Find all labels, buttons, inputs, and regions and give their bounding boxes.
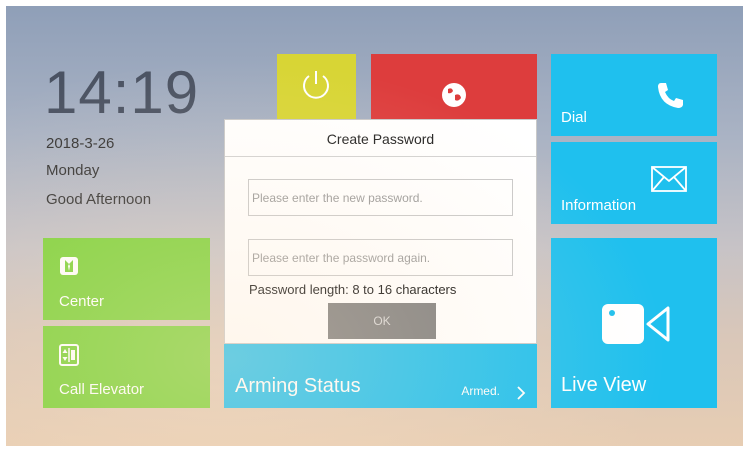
chevron-right-icon [517, 386, 526, 400]
center-tile[interactable]: Center [43, 238, 210, 320]
arming-status-label: Arming Status [235, 375, 361, 397]
person-icon [60, 257, 78, 275]
information-label: Information [561, 197, 637, 214]
current-weekday: Monday [46, 162, 100, 179]
live-view-tile[interactable]: Live View [551, 238, 717, 408]
power-icon [303, 71, 329, 99]
live-view-label: Live View [561, 374, 647, 396]
camera-icon [602, 304, 670, 344]
envelope-icon [651, 166, 687, 192]
call-elevator-tile[interactable]: Call Elevator [43, 326, 210, 408]
create-password-dialog: Create Password Password length: 8 to 16… [224, 119, 537, 344]
current-date: 2018-3-26 [46, 135, 115, 152]
call-elevator-label: Call Elevator [59, 381, 145, 398]
new-password-input[interactable] [248, 179, 513, 216]
home-screen: 14:19 2018-3-26 Monday Good Afternoon Ce… [6, 6, 743, 446]
greeting-text: Good Afternoon [46, 191, 152, 208]
dial-label: Dial [561, 109, 587, 126]
dialog-title: Create Password [225, 120, 536, 157]
dial-tile[interactable]: Dial [551, 54, 717, 136]
phone-icon [658, 83, 683, 108]
password-length-hint: Password length: 8 to 16 characters [249, 282, 457, 297]
arming-status-value: Armed. [461, 384, 500, 398]
globe-icon [442, 83, 466, 107]
clock-time: 14:19 [44, 59, 200, 126]
ok-button[interactable]: OK [328, 303, 436, 339]
information-tile[interactable]: Information [551, 142, 717, 224]
elevator-icon [59, 344, 79, 366]
center-label: Center [59, 293, 105, 310]
confirm-password-input[interactable] [248, 239, 513, 276]
